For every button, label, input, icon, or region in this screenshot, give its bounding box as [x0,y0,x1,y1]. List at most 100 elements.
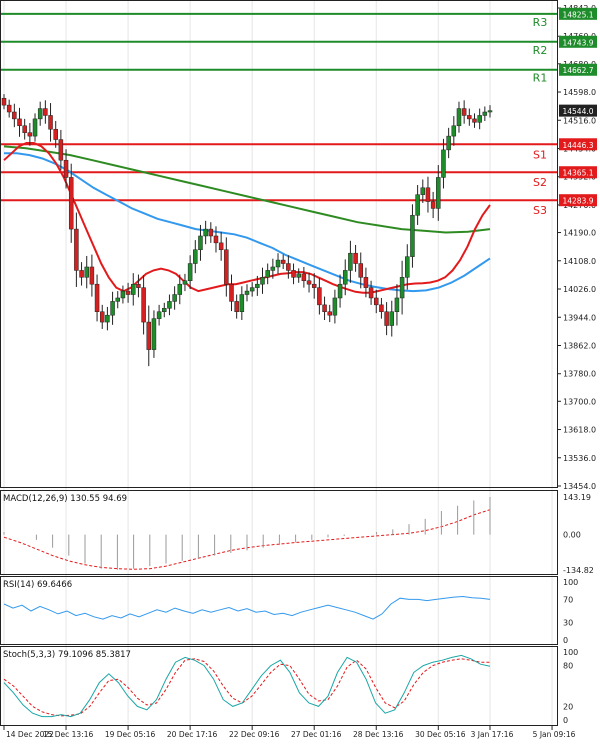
candle-body [399,277,405,299]
level-price-value: 14662.7 [562,66,593,75]
candle-body [456,108,462,127]
candle-body [317,287,322,306]
candle-body [306,280,312,285]
time-tick-label: 20 Dec 17:16 [167,730,218,739]
candle-body [415,194,420,216]
candle-body [286,263,291,271]
candle-body [131,283,136,295]
candle-body [146,321,152,350]
candle-body [446,135,451,151]
stoch-tick-label: 100 [563,648,578,657]
level-price-value: 14825.1 [562,10,593,19]
candle-body [379,304,384,312]
candle-body [368,287,374,299]
candle-body [487,110,493,113]
price-tick-label: 13780.0 [563,370,596,379]
candle-body [389,311,395,326]
candle-body [58,139,64,161]
candle-body [32,118,38,137]
candle-body [249,287,255,292]
candle-body [342,270,348,285]
candle-body [280,259,286,264]
candle-body [177,283,183,295]
candle-body [68,177,74,230]
level-name-s2: S2 [533,176,547,189]
candle-body [482,111,488,116]
candle-body [182,280,188,285]
candle-body [374,297,379,306]
candle-body [265,270,270,278]
rsi-tick-label: 70 [563,595,573,604]
candle-body [410,215,415,257]
candle-body [53,128,58,140]
price-tick-label: 14108.0 [563,257,596,266]
candle-body [441,149,446,178]
level-price-value: 14446.3 [562,141,593,150]
candle-body [6,104,12,113]
level-price-value: 14365.1 [562,169,593,178]
price-tick-label: 14026.0 [563,285,596,294]
stoch-title: Stoch(5,3,3) 79.1096 85.3817 [3,650,131,660]
candle-body [37,108,43,120]
candle-body [187,263,193,281]
level-price-value: 14283.9 [562,197,593,206]
chart-background [0,0,600,745]
candle-body [239,294,245,312]
price-tick-label: 13618.0 [563,426,596,435]
candle-body [224,249,229,285]
price-tick-label: 13454.0 [563,482,596,491]
candle-body [394,297,400,312]
price-tick-label: 14598.0 [563,88,596,97]
level-name-s1: S1 [533,148,547,161]
candle-body [151,318,157,350]
level-name-r1: R1 [533,72,548,85]
candle-body [461,108,467,116]
time-tick-label: 15 Dec 13:16 [43,730,94,739]
candle-body [43,108,48,116]
candle-body [89,266,95,285]
candle-body [353,252,358,264]
trading-chart: R3R2R1S1S2S3 14842.014760.014680.014598.… [0,0,600,745]
candle-body [291,270,296,278]
candle-body [105,314,110,323]
candle-body [425,187,431,202]
level-name-s3: S3 [533,204,547,217]
macd-tick-label: -134.82 [563,566,594,575]
candle-body [156,311,162,319]
candle-body [110,301,115,316]
candle-body [322,304,327,312]
price-tick-label: 13862.0 [563,341,596,350]
candle-body [358,263,363,278]
candle-body [208,228,214,237]
candle-body [420,187,426,195]
candle-body [218,242,224,251]
candle-body [94,283,100,312]
candle-body [136,283,141,288]
candle-body [193,249,198,264]
candle-body [203,228,208,237]
candle-body [229,283,234,302]
rsi-tick-label: 0 [563,636,568,645]
candle-body [79,270,84,278]
time-tick-label: 22 Dec 09:16 [229,730,280,739]
stoch-tick-label: 0 [563,716,568,725]
time-tick-label: 19 Dec 05:16 [105,730,156,739]
candle-body [27,132,33,137]
candle-body [167,301,172,309]
candle-body [384,311,389,326]
candle-body [48,115,53,130]
candle-body [436,177,441,209]
candle-body [430,201,436,209]
rsi-tick-label: 100 [563,578,578,587]
candle-body [275,259,281,268]
macd-tick-label: 0.00 [563,531,581,540]
stoch-tick-label: 20 [563,702,573,711]
candle-body [363,277,369,288]
macd-tick-label: 143.19 [563,493,591,502]
candle-body [198,235,203,251]
candle-body [74,228,79,271]
candle-body [301,273,307,281]
candle-body [1,97,7,106]
candle-body [332,297,338,316]
candle-body [270,266,276,271]
